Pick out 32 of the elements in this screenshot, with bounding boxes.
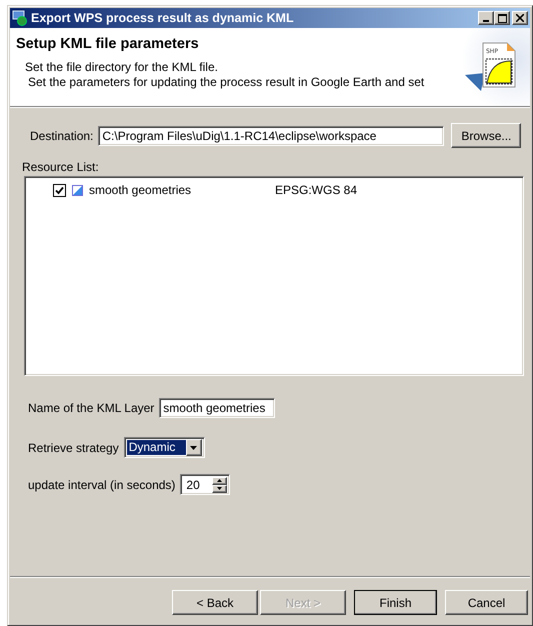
- spin-down-icon[interactable]: [217, 487, 222, 490]
- wizard-button[interactable]: Cancel: [445, 590, 528, 615]
- dropdown-arrow-icon: [190, 446, 198, 450]
- dropdown-value: Dynamic: [126, 440, 186, 455]
- window-title: Export WPS process result as dynamic KML: [31, 11, 295, 25]
- browse-button[interactable]: Browse...: [451, 123, 522, 148]
- retrieve-strategy-label: Retrieve strategy: [28, 440, 119, 454]
- page-title: Setup KML file parameters: [16, 36, 200, 52]
- interval-value: 20: [185, 478, 201, 492]
- description-text: Set the file directory for the KML file.: [24, 60, 219, 75]
- app-icon: [12, 10, 28, 26]
- checkbox[interactable]: [53, 184, 66, 196]
- shapefile-export-drawing: [465, 42, 516, 91]
- wizard-button[interactable]: < Back: [172, 590, 258, 615]
- wizard-button[interactable]: Finish: [354, 590, 437, 615]
- destination-label: Destination:: [30, 128, 94, 142]
- description-text: Set the parameters for updating the process result in Google Earth and set: [27, 75, 426, 90]
- minimize-icon[interactable]: [478, 11, 494, 25]
- update-interval-label: update interval (in seconds): [28, 478, 176, 492]
- spin-up-icon[interactable]: [217, 479, 222, 482]
- maximize-icon[interactable]: [494, 11, 510, 25]
- update-interval-spinner[interactable]: 20: [180, 474, 230, 495]
- crs-text: EPSG:WGS 84: [275, 183, 358, 197]
- layer-name: smooth geometries: [89, 183, 192, 197]
- layer-icon: [72, 184, 83, 196]
- layer-name-label: Name of the KML Layer: [28, 401, 154, 415]
- close-icon[interactable]: [512, 11, 528, 25]
- destination-field[interactable]: C:\Program Files\uDig\1.1-RC14\eclipse\workspace: [98, 126, 444, 146]
- resource-list[interactable]: smooth geometries EPSG:WGS 84: [24, 176, 524, 376]
- retrieve-strategy-dropdown[interactable]: Dynamic: [124, 437, 205, 458]
- layer-name-field[interactable]: smooth geometries: [159, 398, 276, 418]
- resource-list-label: Resource List:: [22, 160, 99, 174]
